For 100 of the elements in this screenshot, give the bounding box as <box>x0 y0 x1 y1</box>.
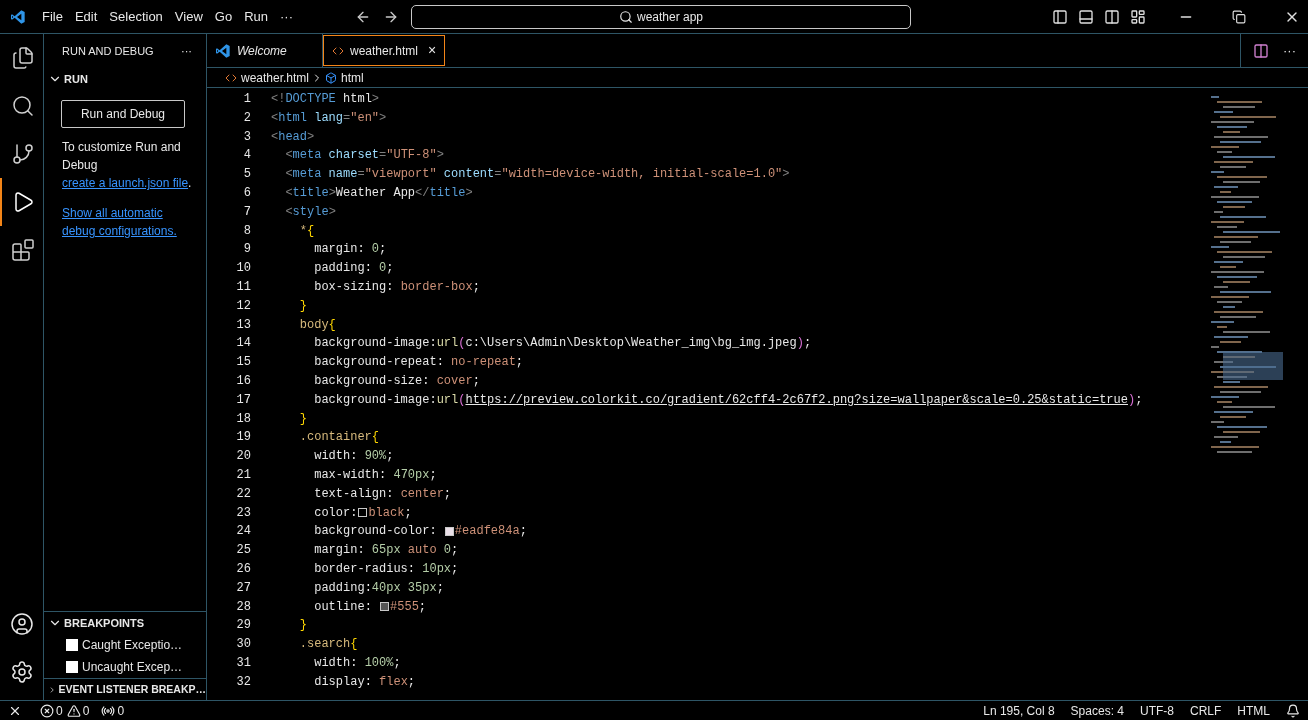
menu-item[interactable]: ··· <box>274 6 299 27</box>
line-number: 7 <box>242 203 252 221</box>
editor-tab[interactable]: weather.html × <box>323 35 446 66</box>
code-line: .container{ <box>298 429 380 447</box>
code-line: max-width: 470px; <box>313 466 437 484</box>
sidebar-title: RUN AND DEBUG <box>62 43 154 59</box>
line-number: 32 <box>235 673 252 691</box>
blocks-icon[interactable] <box>10 238 35 262</box>
line-number: 27 <box>235 579 252 597</box>
ports-count[interactable]: 0 <box>117 701 125 720</box>
line-number: 13 <box>235 316 252 334</box>
line-number: 8 <box>242 222 252 240</box>
menu-item[interactable]: File <box>36 6 69 27</box>
line-number: 22 <box>235 485 252 503</box>
status-item[interactable]: HTML <box>1237 701 1270 720</box>
code-line: outline: #555; <box>313 598 427 616</box>
command-search-field[interactable]: weather app <box>411 4 911 29</box>
more-actions-button[interactable]: ··· <box>181 42 192 60</box>
error-count[interactable]: 0 <box>56 701 63 720</box>
status-item[interactable]: Spaces: 4 <box>1070 701 1124 720</box>
ports-icon <box>101 703 116 718</box>
panel-toggle-icon[interactable] <box>1078 8 1094 25</box>
menu-item[interactable]: Go <box>208 6 239 27</box>
line-number: 29 <box>235 617 252 635</box>
checkbox[interactable] <box>66 639 78 651</box>
section-title[interactable]: BREAKPOINTS <box>64 614 145 632</box>
code-line: background-color: #eadfe84a; <box>313 523 527 541</box>
menu-item[interactable]: Edit <box>68 6 104 27</box>
checkbox[interactable] <box>66 661 78 673</box>
line-number: 19 <box>235 429 252 447</box>
code-line: <!DOCTYPE html> <box>271 91 380 108</box>
code-line: <meta name="viewport" content="width=device-width, initial-scale=1.0"> <box>284 166 790 184</box>
line-number: 23 <box>235 504 252 522</box>
code-line: background-size: cover; <box>313 372 480 390</box>
code-line: width: 90%; <box>313 448 394 466</box>
line-number: 4 <box>242 147 252 165</box>
split-editor-icon[interactable] <box>1253 42 1269 59</box>
line-number: 6 <box>242 185 252 202</box>
branch-icon[interactable] <box>10 142 35 166</box>
line-number: 14 <box>235 335 252 353</box>
restore-icon[interactable] <box>1232 9 1246 24</box>
code-line: <meta charset="UTF-8"> <box>284 147 444 165</box>
line-number: 12 <box>235 297 252 315</box>
code-line: background-repeat: no-repeat; <box>313 354 524 372</box>
warning-icon <box>66 703 81 718</box>
breakpoint-label: Uncaught Excep… <box>82 659 183 676</box>
app-logo-icon <box>10 8 26 25</box>
status-item[interactable]: Ln 195, Col 8 <box>983 701 1055 720</box>
code-line: } <box>298 297 307 315</box>
line-number: 16 <box>235 372 252 390</box>
code-line: width: 100%; <box>313 654 401 672</box>
menu-item[interactable]: Run <box>238 6 274 27</box>
line-number: 11 <box>235 278 252 296</box>
section-title[interactable]: RUN <box>64 70 88 88</box>
line-number: 18 <box>235 410 252 428</box>
code-line: text-align: center; <box>313 485 452 503</box>
status-item[interactable]: UTF-8 <box>1140 701 1174 720</box>
settings-icon[interactable] <box>9 660 34 684</box>
search-icon <box>618 9 633 24</box>
code-line: <style> <box>284 203 336 221</box>
code-line: margin: 65px auto 0; <box>313 542 459 560</box>
sidebar-toggle-icon[interactable] <box>1052 8 1068 25</box>
line-number: 10 <box>235 260 252 278</box>
code-line: padding:40px 35px; <box>313 579 444 597</box>
code-line: background-image:url(c:\Users\Admin\Desktop\Weather_img\bg_img.jpeg); <box>313 335 812 353</box>
files-icon[interactable] <box>10 46 35 70</box>
run-and-debug-button[interactable]: Run and Debug <box>61 100 185 128</box>
breadcrumb-item[interactable]: html <box>341 68 364 87</box>
menu-item[interactable]: View <box>168 6 209 27</box>
code-line: border-radius: 10px; <box>313 560 459 578</box>
split-panel-icon[interactable] <box>1104 8 1120 25</box>
line-number: 28 <box>235 598 252 616</box>
line-number: 20 <box>235 448 252 466</box>
code-line: color: black; <box>313 504 412 522</box>
notifications-icon[interactable] <box>1286 703 1300 718</box>
account-icon[interactable] <box>9 612 34 636</box>
section-title[interactable]: EVENT LISTENER BREAKP… <box>58 681 206 698</box>
more-actions-button[interactable]: ··· <box>1283 40 1296 61</box>
line-number: 5 <box>242 166 252 184</box>
line-number: 9 <box>242 241 252 259</box>
code-line: box-sizing: border-box; <box>313 278 480 296</box>
show-configurations-link[interactable]: Show all automatic debug configurations. <box>62 204 188 240</box>
warning-count[interactable]: 0 <box>82 701 90 720</box>
breadcrumb-item[interactable]: weather.html <box>241 68 310 87</box>
code-line: <head> <box>271 128 315 146</box>
close-tab-button[interactable]: × <box>428 40 437 61</box>
code-line: .search{ <box>298 636 358 654</box>
status-item[interactable]: CRLF <box>1190 701 1222 720</box>
line-number: 30 <box>235 636 252 654</box>
editor-tab[interactable]: Welcome <box>207 34 323 67</box>
code-line: background-image:url(https://preview.colorkit.co/gradient/62cff4-2c67f2.png?size=wallpaper&scale=0.25&static=true); <box>313 391 1143 409</box>
element-icon <box>325 71 338 84</box>
search-icon[interactable] <box>10 94 35 118</box>
vscode-icon <box>215 42 231 59</box>
menu-item[interactable]: Selection <box>103 6 169 27</box>
code-line: display: flex; <box>313 673 416 691</box>
line-number: 24 <box>235 523 252 541</box>
line-number: 3 <box>242 128 252 146</box>
layout-icon[interactable] <box>1130 8 1146 25</box>
code-line: padding: 0; <box>313 260 394 278</box>
